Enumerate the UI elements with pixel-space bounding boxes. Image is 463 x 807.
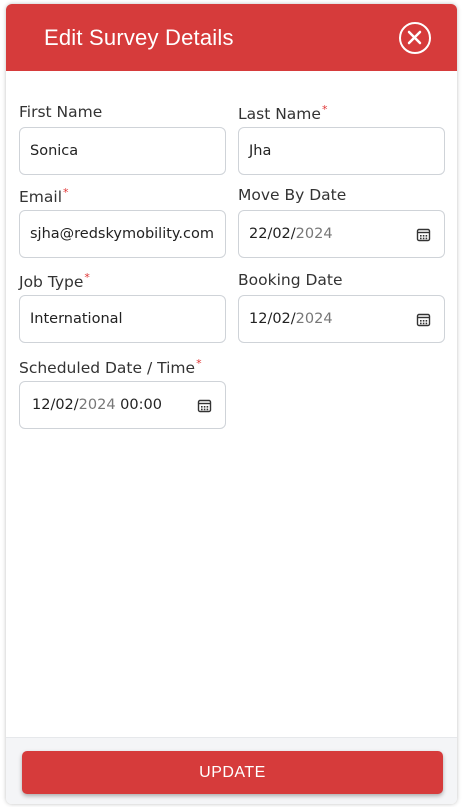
first-name-label: First Name — [19, 103, 103, 121]
modal-footer: UPDATE — [6, 737, 457, 804]
first-name-input[interactable]: Sonica — [19, 127, 226, 175]
calendar-icon[interactable] — [416, 312, 431, 327]
move-by-date-label: Move By Date — [238, 186, 347, 204]
email-value: sjha@redskymobility.com — [30, 226, 215, 242]
booking-date-input[interactable]: 12/02/2024 — [238, 295, 445, 343]
scheduled-datetime-value: 12/02/2024 00:00 — [32, 397, 162, 413]
required-marker: * — [63, 186, 69, 199]
calendar-icon[interactable] — [416, 227, 431, 242]
job-type-label: Job Type* — [19, 271, 90, 292]
form-body: First Name Sonica Last Name* Jha Email* … — [6, 71, 457, 737]
required-marker: * — [321, 103, 328, 116]
calendar-icon[interactable] — [197, 398, 212, 413]
close-button[interactable] — [399, 22, 431, 54]
required-marker: * — [84, 271, 90, 284]
job-type-value: International — [30, 311, 123, 327]
last-name-label: Last Name* — [238, 103, 328, 124]
edit-survey-modal: Edit Survey Details First Name Sonica La… — [6, 4, 457, 804]
last-name-value: Jha — [249, 143, 272, 159]
scheduled-datetime-input[interactable]: 12/02/2024 00:00 — [19, 381, 226, 429]
booking-date-value: 12/02/2024 — [249, 311, 333, 327]
first-name-value: Sonica — [30, 143, 79, 159]
email-input[interactable]: sjha@redskymobility.com — [19, 210, 226, 258]
update-button[interactable]: UPDATE — [22, 751, 443, 794]
email-label: Email* — [19, 186, 69, 207]
job-type-input[interactable]: International — [19, 295, 226, 343]
modal-title: Edit Survey Details — [44, 25, 234, 50]
modal-header: Edit Survey Details — [6, 4, 457, 71]
booking-date-label: Booking Date — [238, 271, 343, 289]
last-name-input[interactable]: Jha — [238, 127, 445, 175]
scheduled-datetime-label: Scheduled Date / Time* — [19, 357, 202, 378]
close-icon — [407, 30, 422, 45]
move-by-date-input[interactable]: 22/02/2024 — [238, 210, 445, 258]
move-by-date-value: 22/02/2024 — [249, 226, 333, 242]
required-marker: * — [196, 357, 202, 370]
